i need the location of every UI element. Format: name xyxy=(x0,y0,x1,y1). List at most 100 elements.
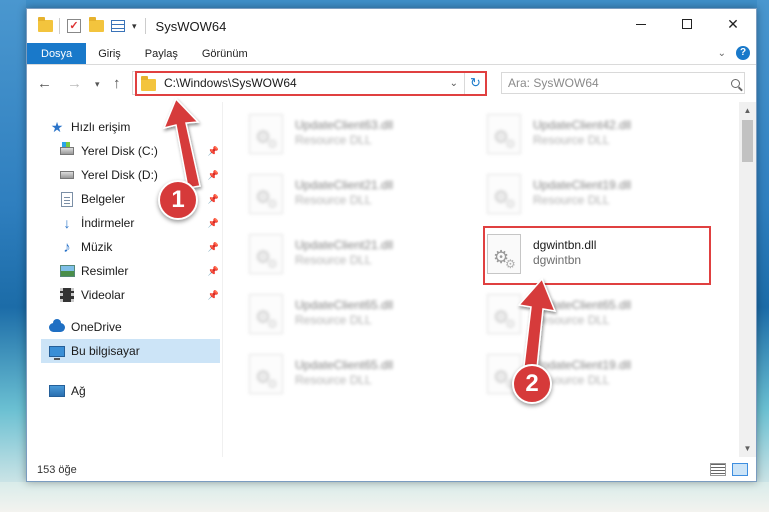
search-box[interactable]: Ara: SysWOW64 xyxy=(501,72,745,94)
tab-share[interactable]: Paylaş xyxy=(133,43,190,64)
list-item[interactable]: UpdateClient21.dll Resource DLL xyxy=(249,234,393,274)
ribbon-tabs: Dosya Giriş Paylaş Görünüm ⌄ ? xyxy=(27,43,756,65)
dll-file-icon xyxy=(249,234,283,274)
list-item-dgwintbn[interactable]: dgwintbn.dll dgwintbn xyxy=(487,234,596,274)
tab-view[interactable]: Görünüm xyxy=(190,43,260,64)
file-description: Resource DLL xyxy=(295,313,372,327)
expand-ribbon-chevron-icon[interactable]: ⌄ xyxy=(718,48,726,59)
file-name: UpdateClient63.dll xyxy=(295,118,394,132)
file-name: UpdateClient65.dll xyxy=(533,298,632,312)
dll-file-icon xyxy=(487,234,521,274)
pin-icon[interactable]: 📌 xyxy=(208,170,219,181)
sidebar-item-local-disk-c[interactable]: Yerel Disk (C:) 📌 xyxy=(59,140,219,162)
address-dropdown-chevron-icon[interactable]: ⌄ xyxy=(450,78,458,89)
file-name: UpdateClient21.dll xyxy=(295,178,394,192)
file-description: Resource DLL xyxy=(533,133,610,147)
desktop-background-right xyxy=(757,0,769,512)
sidebar-item-label: Bu bilgisayar xyxy=(71,344,140,358)
list-item[interactable]: UpdateClient21.dll Resource DLL xyxy=(249,174,393,214)
details-view-icon[interactable] xyxy=(710,463,726,476)
star-icon: ★ xyxy=(50,118,64,135)
sidebar-item-quick-access[interactable]: ★ Hızlı erişim xyxy=(49,116,219,138)
sidebar-item-this-pc[interactable]: Bu bilgisayar xyxy=(49,340,219,362)
title-bar: ✓ ▾ SysWOW64 ✕ xyxy=(27,9,756,43)
dll-file-icon xyxy=(487,174,521,214)
pin-icon[interactable]: 📌 xyxy=(208,242,219,253)
sidebar-item-pictures[interactable]: Resimler 📌 xyxy=(59,260,219,282)
up-arrow-icon[interactable]: ↑ xyxy=(113,75,121,92)
minimize-button[interactable] xyxy=(618,9,664,39)
file-description: Resource DLL xyxy=(295,133,372,147)
sidebar-item-label: OneDrive xyxy=(71,320,122,334)
pin-icon[interactable]: 📌 xyxy=(208,218,219,229)
scroll-down-icon[interactable]: ▼ xyxy=(739,440,756,457)
step-badge-2: 2 xyxy=(512,364,552,404)
pin-icon[interactable]: 📌 xyxy=(208,146,219,157)
list-item[interactable]: UpdateClient65.dll Resource DLL xyxy=(487,294,631,334)
sidebar-item-network[interactable]: Ağ xyxy=(49,380,219,402)
sidebar-item-label: Müzik xyxy=(81,240,113,254)
search-input[interactable]: Ara: SysWOW64 xyxy=(508,76,726,90)
dll-file-icon xyxy=(249,114,283,154)
step-badge-1: 1 xyxy=(158,180,198,220)
list-item[interactable]: UpdateClient63.dll Resource DLL xyxy=(249,114,393,154)
search-icon[interactable] xyxy=(726,78,744,88)
view-switcher xyxy=(704,463,748,476)
recent-locations-chevron-icon[interactable]: ▾ xyxy=(95,79,100,90)
quick-access-toolbar: ✓ ▾ SysWOW64 xyxy=(37,9,226,43)
sidebar-item-label: Ağ xyxy=(71,384,86,398)
dll-file-icon xyxy=(249,354,283,394)
forward-arrow-icon[interactable]: → xyxy=(67,75,82,92)
sidebar-item-label: Yerel Disk (C:) xyxy=(81,144,158,158)
video-icon xyxy=(59,287,75,303)
scroll-thumb[interactable] xyxy=(742,120,753,162)
customize-toolbar-chevron-icon[interactable]: ▾ xyxy=(132,21,137,32)
refresh-icon[interactable]: ↻ xyxy=(464,72,486,94)
desktop-background-left xyxy=(0,0,26,512)
list-item[interactable]: UpdateClient65.dll Resource DLL xyxy=(249,354,393,394)
new-folder-icon[interactable] xyxy=(88,17,104,34)
file-list: UpdateClient63.dll Resource DLL UpdateCl… xyxy=(223,102,739,457)
large-icons-view-icon[interactable] xyxy=(732,463,748,476)
music-icon: ♪ xyxy=(63,238,71,256)
list-item[interactable]: UpdateClient19.dll Resource DLL xyxy=(487,354,631,394)
close-button[interactable]: ✕ xyxy=(710,9,756,39)
file-name: UpdateClient21.dll xyxy=(295,238,394,252)
maximize-button[interactable] xyxy=(664,9,710,39)
tab-home[interactable]: Giriş xyxy=(86,43,133,64)
list-item[interactable]: UpdateClient19.dll Resource DLL xyxy=(487,174,631,214)
sidebar-item-label: Belgeler xyxy=(81,192,126,206)
folder-icon xyxy=(37,17,53,34)
toolbar-separator xyxy=(59,18,60,34)
pin-icon[interactable]: 📌 xyxy=(208,266,219,277)
back-arrow-icon[interactable]: ← xyxy=(37,75,52,92)
status-bar: 153 öğe xyxy=(27,458,756,481)
checkmark-properties-icon[interactable]: ✓ xyxy=(66,18,82,34)
scroll-up-icon[interactable]: ▲ xyxy=(739,102,756,119)
sidebar-item-onedrive[interactable]: OneDrive xyxy=(49,316,219,338)
sidebar-item-local-disk-d[interactable]: Yerel Disk (D:) 📌 xyxy=(59,164,219,186)
address-bar[interactable]: C:\Windows\SysWOW64 ⌄ ↻ xyxy=(132,71,487,95)
vertical-scrollbar[interactable]: ▲ ▼ xyxy=(739,102,756,457)
computer-icon xyxy=(49,343,65,360)
window-controls: ✕ xyxy=(618,9,756,39)
pin-icon[interactable]: 📌 xyxy=(208,290,219,301)
list-item[interactable]: UpdateClient65.dll Resource DLL xyxy=(249,294,393,334)
tab-file[interactable]: Dosya xyxy=(27,43,87,64)
sidebar-item-videos[interactable]: Videolar 📌 xyxy=(59,284,219,306)
dll-file-icon xyxy=(249,294,283,334)
address-path[interactable]: C:\Windows\SysWOW64 xyxy=(164,76,450,90)
pin-icon[interactable]: 📌 xyxy=(208,194,219,205)
dll-file-icon xyxy=(487,114,521,154)
file-description: Resource DLL xyxy=(295,253,372,267)
sidebar-item-label: İndirmeler xyxy=(81,216,135,230)
item-count: 153 öğe xyxy=(37,463,77,476)
properties-icon[interactable] xyxy=(110,18,126,34)
navigation-pane: ★ Hızlı erişim Yerel Disk (C:) 📌 Yerel D… xyxy=(27,102,221,457)
file-description: Resource DLL xyxy=(533,313,610,327)
sidebar-item-music[interactable]: ♪ Müzik 📌 xyxy=(59,236,219,258)
list-item[interactable]: UpdateClient42.dll Resource DLL xyxy=(487,114,631,154)
sidebar-item-label: Hızlı erişim xyxy=(71,120,131,134)
help-icon[interactable]: ? xyxy=(736,46,750,60)
sidebar-item-downloads[interactable]: ↓ İndirmeler 📌 xyxy=(59,212,220,234)
